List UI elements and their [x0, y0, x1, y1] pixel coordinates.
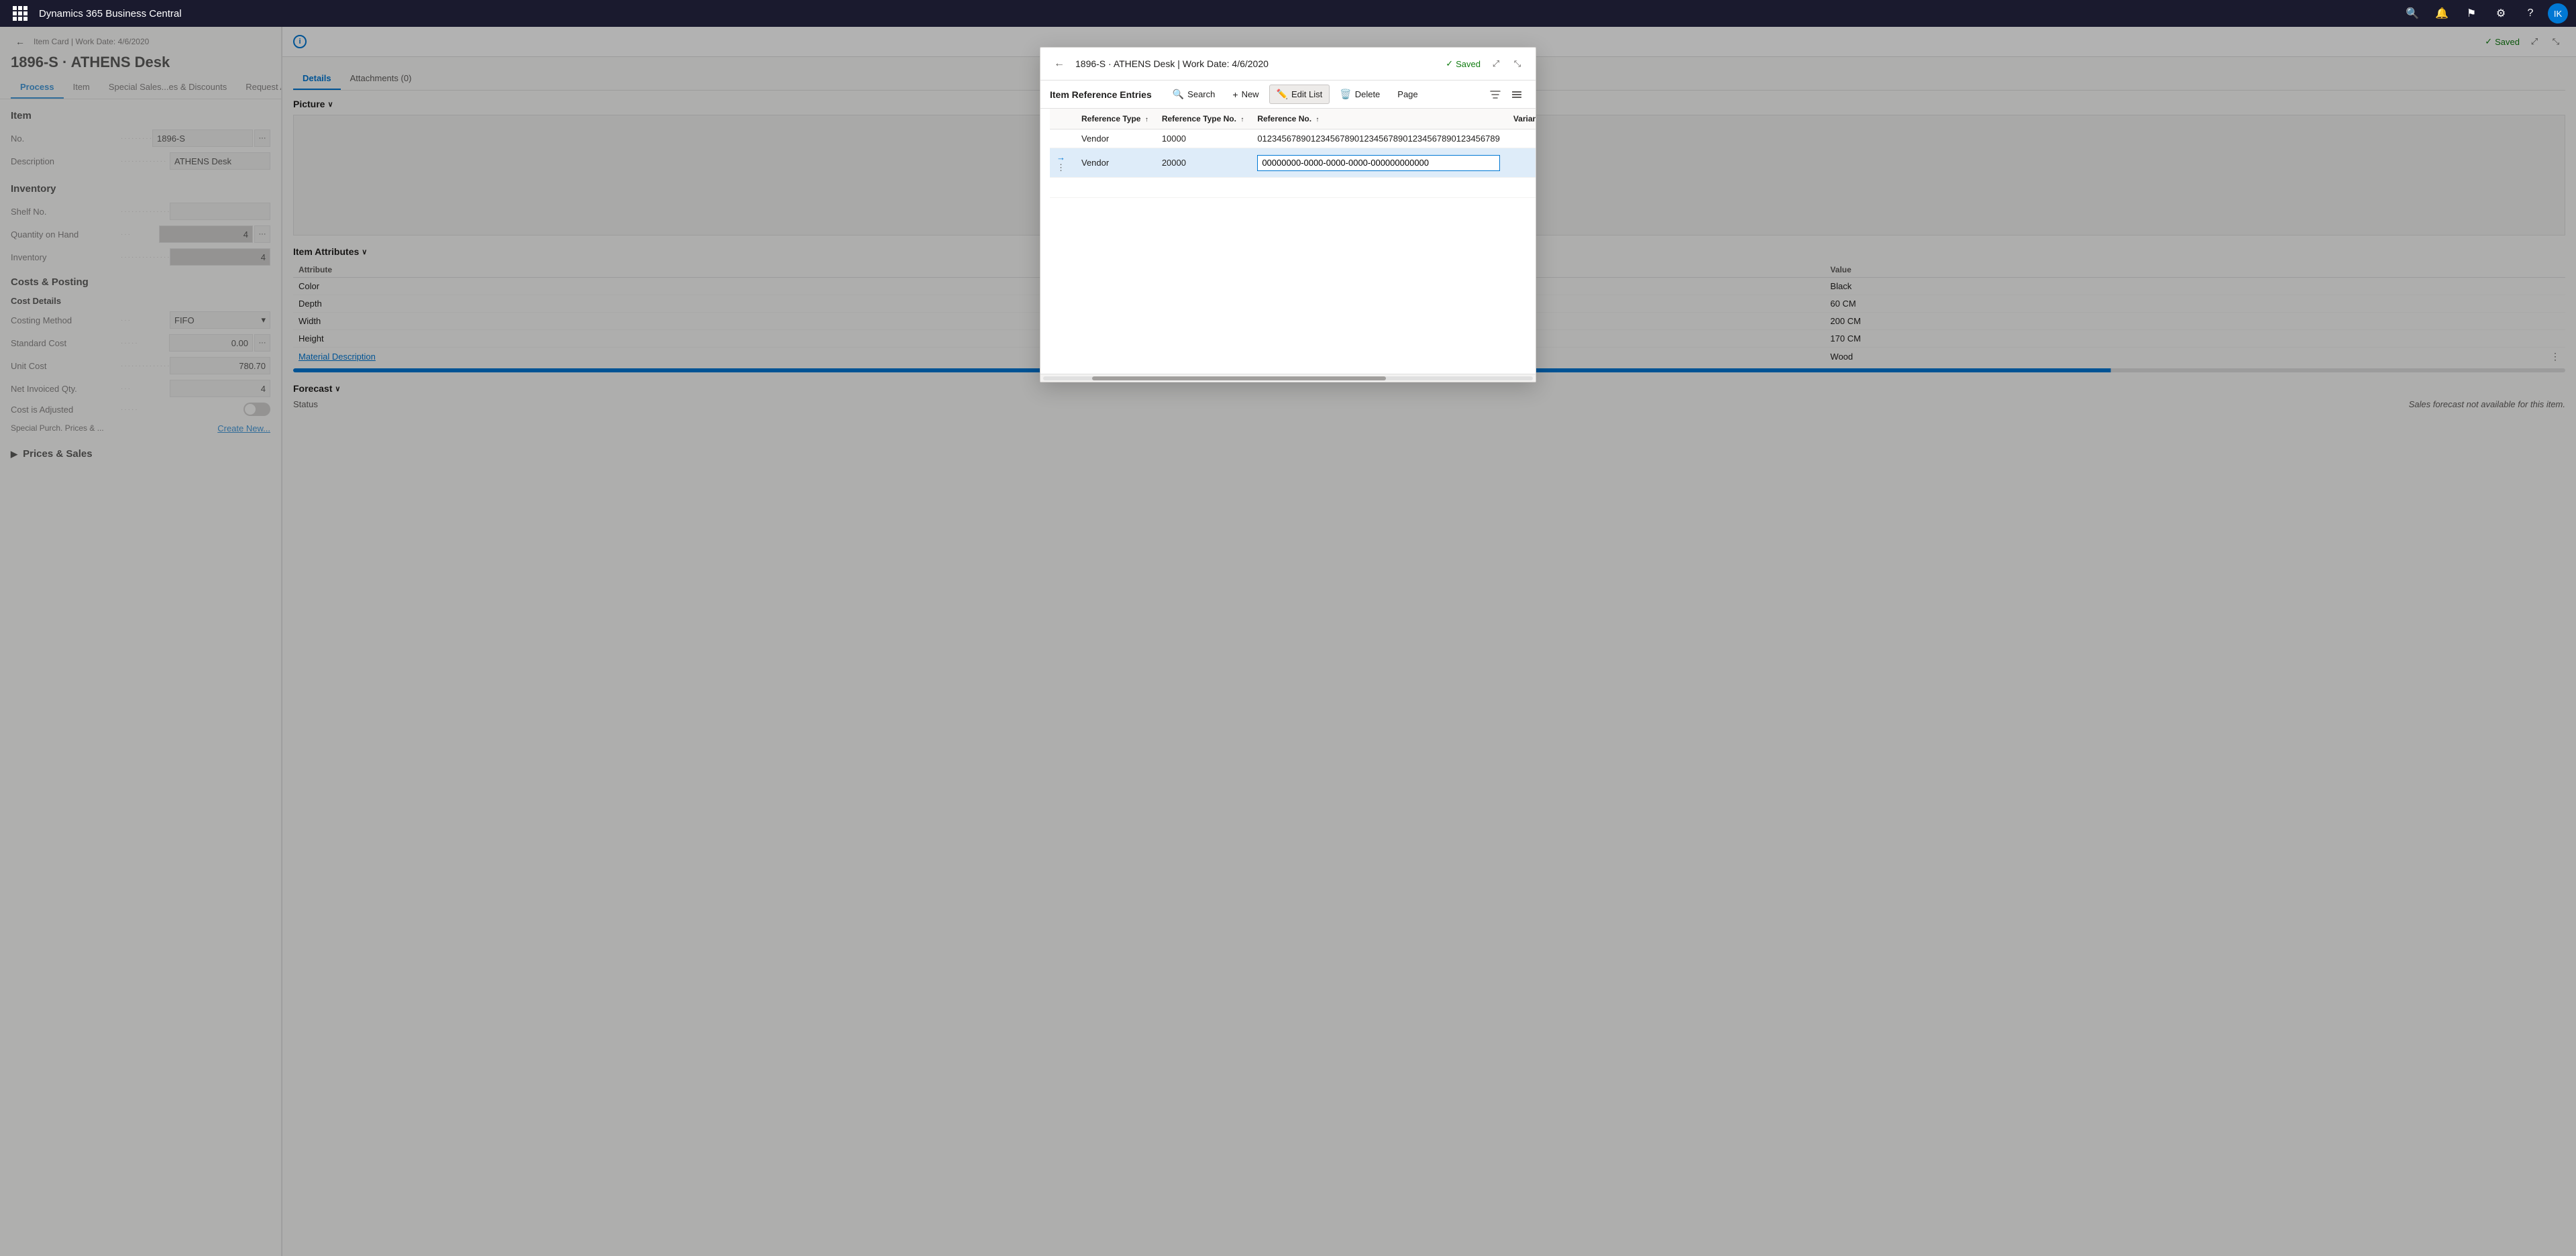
dialog-saved-label: Saved: [1456, 59, 1481, 69]
variant-code-cell-2: [1507, 148, 1536, 178]
help-icon[interactable]: ?: [2518, 1, 2542, 25]
ref-type-cell-1: Vendor: [1075, 129, 1155, 148]
table-row[interactable]: → ⋮ Vendor 20000 PCS: [1050, 148, 1536, 178]
dialog-header: ← 1896-S · ATHENS Desk | Work Date: 4/6/…: [1040, 48, 1536, 81]
ref-type-no-sort-icon: ↑: [1240, 116, 1244, 123]
app-title: Dynamics 365 Business Central: [39, 8, 2394, 19]
horizontal-scrollbar[interactable]: [1040, 374, 1536, 382]
row-arrow-cell: [1050, 129, 1075, 148]
col-ref-type-no-header[interactable]: Reference Type No. ↑: [1155, 109, 1251, 129]
edit-list-icon: ✏️: [1277, 89, 1288, 100]
ref-no-input-cell[interactable]: [1250, 148, 1507, 178]
dialog-expand-icon[interactable]: ⤡: [1509, 55, 1526, 72]
dialog-saved-indicator: ✓ Saved: [1446, 58, 1481, 69]
notifications-icon[interactable]: 🔔: [2430, 1, 2454, 25]
ref-type-no-cell-1: 10000: [1155, 129, 1251, 148]
filter-icon[interactable]: [1486, 85, 1505, 104]
list-view-icon[interactable]: [1507, 85, 1526, 104]
app-grid-icon[interactable]: [8, 1, 32, 25]
dialog-overlay: ← 1896-S · ATHENS Desk | Work Date: 4/6/…: [0, 27, 2576, 1256]
row-context-menu[interactable]: ⋮: [1057, 162, 1065, 172]
item-reference-dialog: ← 1896-S · ATHENS Desk | Work Date: 4/6/…: [1040, 47, 1536, 382]
row-selected-arrow: →: [1057, 152, 1065, 162]
row-arrow-cell-2: → ⋮: [1050, 148, 1075, 178]
search-button[interactable]: 🔍 Search: [1165, 85, 1223, 104]
delete-icon: 🗑️: [1340, 89, 1351, 100]
ref-no-sort-icon: ↑: [1316, 116, 1319, 123]
ref-type-no-cell-2: 20000: [1155, 148, 1251, 178]
dialog-back-button[interactable]: ←: [1050, 54, 1069, 73]
ref-type-sort-icon: ↑: [1145, 116, 1148, 123]
dialog-popout-icon[interactable]: ⤢: [1487, 55, 1505, 72]
settings-icon[interactable]: ⚙: [2489, 1, 2513, 25]
dialog-title: 1896-S · ATHENS Desk | Work Date: 4/6/20…: [1075, 58, 1439, 69]
dialog-toolbar: Item Reference Entries 🔍 Search + New ✏️…: [1040, 81, 1536, 109]
ref-no-cell-1: 0123456789012345678901234567890123456789…: [1250, 129, 1507, 148]
reference-entries-table-container: Reference Type ↑ Reference Type No. ↑ Re…: [1040, 109, 1536, 374]
ref-type-cell-2: Vendor: [1075, 148, 1155, 178]
new-button[interactable]: + New: [1225, 85, 1266, 104]
table-row[interactable]: Vendor 10000 012345678901234567890123456…: [1050, 129, 1536, 148]
col-ref-type[interactable]: [1050, 109, 1075, 129]
reference-entries-table: Reference Type ↑ Reference Type No. ↑ Re…: [1050, 109, 1536, 198]
search-icon[interactable]: 🔍: [2400, 1, 2424, 25]
col-ref-no-header[interactable]: Reference No. ↑: [1250, 109, 1507, 129]
search-btn-icon: 🔍: [1173, 89, 1184, 100]
ref-no-input[interactable]: [1257, 155, 1500, 171]
top-navigation: Dynamics 365 Business Central 🔍 🔔 ⚑ ⚙ ? …: [0, 0, 2576, 27]
variant-code-cell-1: [1507, 129, 1536, 148]
delete-button[interactable]: 🗑️ Delete: [1332, 85, 1387, 104]
col-variant-code-header[interactable]: Variant Code ↑: [1507, 109, 1536, 129]
user-avatar[interactable]: IK: [2548, 3, 2568, 23]
toolbar-section-title: Item Reference Entries: [1050, 89, 1152, 100]
edit-list-button[interactable]: ✏️ Edit List: [1269, 85, 1330, 104]
table-row-empty: [1050, 178, 1536, 198]
new-btn-icon: +: [1232, 89, 1238, 100]
page-button[interactable]: Page: [1390, 85, 1425, 103]
col-ref-type-header[interactable]: Reference Type ↑: [1075, 109, 1155, 129]
flag-icon[interactable]: ⚑: [2459, 1, 2483, 25]
